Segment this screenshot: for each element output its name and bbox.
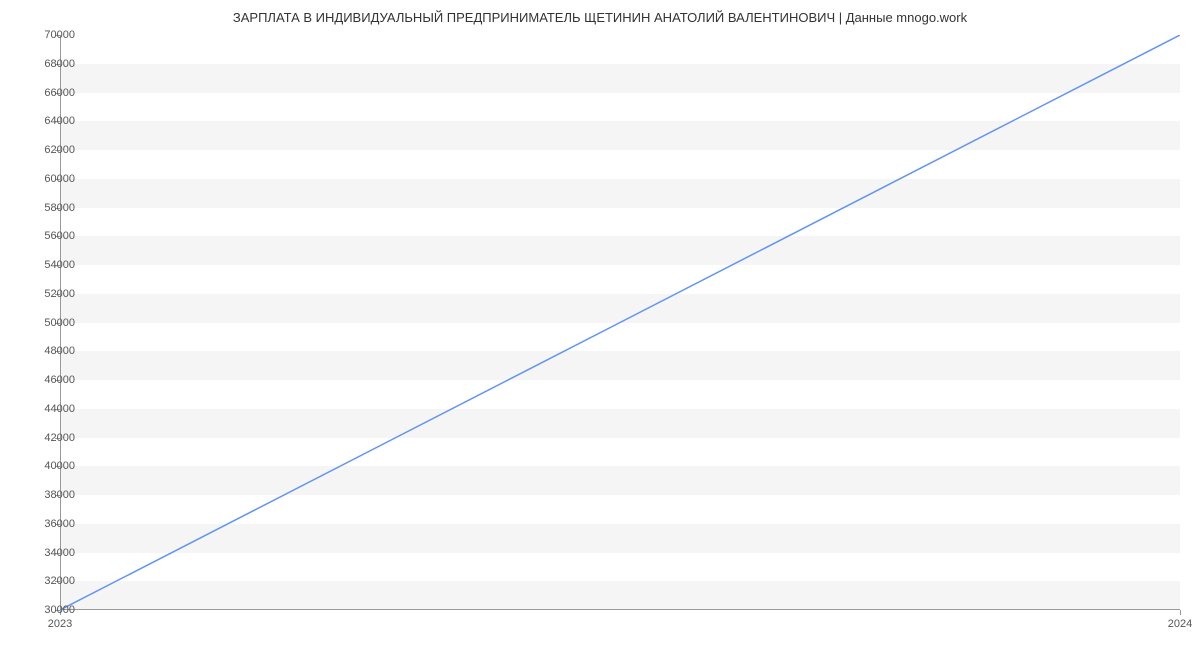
y-tick-label: 36000 [25, 518, 75, 530]
y-tick-label: 50000 [25, 317, 75, 329]
y-tick-label: 38000 [25, 489, 75, 501]
y-tick-label: 48000 [25, 345, 75, 357]
y-tick-label: 64000 [25, 115, 75, 127]
grid-band [60, 294, 1180, 323]
y-tick-label: 70000 [25, 29, 75, 41]
y-tick-label: 60000 [25, 173, 75, 185]
grid-band [60, 409, 1180, 438]
y-tick-label: 42000 [25, 432, 75, 444]
plot-area [60, 35, 1180, 610]
y-tick-label: 44000 [25, 403, 75, 415]
x-tick-label: 2023 [48, 618, 72, 630]
y-tick-label: 56000 [25, 230, 75, 242]
x-tick-mark [1180, 610, 1181, 615]
grid-band [60, 121, 1180, 150]
grid-band [60, 524, 1180, 553]
grid-band [60, 179, 1180, 208]
y-tick-label: 68000 [25, 58, 75, 70]
y-tick-label: 32000 [25, 575, 75, 587]
x-axis-line [60, 609, 1180, 610]
x-tick-label: 2024 [1168, 618, 1192, 630]
y-tick-label: 54000 [25, 259, 75, 271]
y-tick-label: 30000 [25, 604, 75, 616]
chart-title: ЗАРПЛАТА В ИНДИВИДУАЛЬНЫЙ ПРЕДПРИНИМАТЕЛ… [0, 0, 1200, 25]
y-tick-label: 66000 [25, 87, 75, 99]
grid-band [60, 64, 1180, 93]
y-tick-label: 62000 [25, 144, 75, 156]
y-tick-label: 46000 [25, 374, 75, 386]
y-tick-label: 52000 [25, 288, 75, 300]
grid-band [60, 351, 1180, 380]
y-tick-label: 58000 [25, 202, 75, 214]
grid-band [60, 466, 1180, 495]
chart-container [60, 35, 1180, 610]
y-tick-label: 34000 [25, 547, 75, 559]
grid-band [60, 236, 1180, 265]
grid-band [60, 581, 1180, 610]
y-tick-label: 40000 [25, 460, 75, 472]
